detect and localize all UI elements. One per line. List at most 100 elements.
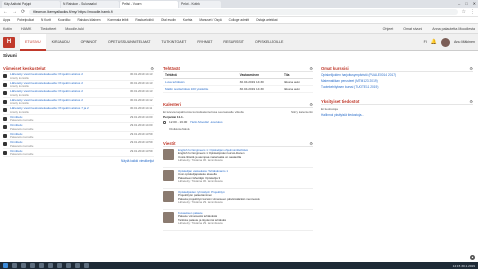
nav-item-home[interactable]: Etusivu [20,33,46,51]
menu-icon[interactable]: ⋮ [470,8,475,17]
news-link[interactable]: Tiedotteet [40,27,56,31]
bookmark[interactable]: Otal esolin [161,17,176,23]
browser-tab[interactable]: Käy Aaltoisi Pajupi [2,1,60,8]
forward-icon[interactable]: → [12,8,17,17]
table-row[interactable]: Mallin testitehtävä 100 yksikölle 30.04.2… [163,85,313,93]
hamk-link[interactable]: HAMK [21,27,31,31]
list-item[interactable]: Lähetetty viesti keskustelualueella: Pro… [3,81,154,89]
bookmark[interactable]: N Kurtt [41,17,51,23]
clock: 14:15 30.1.2019 [452,263,475,268]
list-item[interactable]: Kuvauksen palaute Palaute viimeisestä teh… [163,210,313,231]
list-item[interactable]: English for Engineers 1: Opiskelijan ohj… [163,147,313,168]
go-to-calendar-link[interactable]: Siirry kalenteriin [291,108,313,115]
message-icon [3,74,7,78]
avatar[interactable] [441,37,451,47]
browser-icon[interactable] [39,263,44,268]
list-item[interactable]: Lähetetty viesti keskustelualueella: Pro… [3,106,154,115]
list-item[interactable]: Lähetetty viesti keskustelualueella: Pro… [3,98,154,106]
list-item[interactable]: Lähetetty viesti keskustelualueella: Pro… [3,72,154,81]
nav-item[interactable]: Opiskelijoille [250,34,288,51]
checkbox-icon [163,120,166,124]
list-item[interactable]: Onnittelu Palautettu kurssille 29.01.2019 … [3,149,154,157]
block-title: Yksityiset tiedostot [321,98,360,104]
mail-icon[interactable] [48,263,53,268]
bookmark[interactable]: Koordiko [58,17,71,23]
word-icon[interactable] [57,263,62,268]
list-item[interactable]: Opiskelijoiden ryhmätyöt: Projektityö Pro… [163,189,313,210]
minimize-icon[interactable]: – [458,0,460,7]
gear-icon[interactable]: ⚙ [469,99,473,104]
hamk-logo[interactable]: H [3,36,15,48]
message-icon [3,99,7,104]
column-left: Viimeiset keskustelut ⚙ Lähetetty viesti … [0,63,157,169]
bookmark[interactable]: Apps [3,17,10,23]
message-icon [3,108,7,112]
bell-icon[interactable]: 🔔 [431,39,437,45]
nav-item[interactable]: Ryhmät [192,34,217,51]
gear-icon[interactable]: ⚙ [309,102,313,107]
table-row[interactable]: Luva tehtävän 30.04.2019 14:30 Ikkuna auki [163,78,313,86]
help-menu[interactable]: Ohjeet [383,27,394,31]
back-icon[interactable]: ← [3,8,8,17]
course-link[interactable]: Tuotekehityksen kurssi (TUOTE11 2019) [321,84,473,90]
avatar [163,170,174,181]
list-item[interactable]: Onnittelu Palautettu kurssille 29.01.2019 … [3,123,154,132]
nav-item[interactable]: Opinnot [76,34,102,51]
manage-files-link[interactable]: Hallinnoi yksityisiä tiedostoja... [321,112,473,118]
start-icon[interactable] [3,263,8,268]
column-right: Omat kurssisi ⚙ Opiskelijoiden harjoitusy… [318,63,476,124]
maximize-icon[interactable]: □ [465,0,467,7]
excel-icon[interactable] [66,263,71,268]
gear-icon[interactable]: ⚙ [150,66,154,71]
messages-block: Viimeiset keskustelut ⚙ Lähetetty viesti … [0,63,157,165]
bookmark[interactable]: Kommala leibit [108,17,129,23]
gear-icon[interactable]: ⚙ [469,66,473,71]
language-selector[interactable]: FI [424,40,427,44]
main-navbar: H Etusivu Kirjaudu Opinnot Opetussuunnit… [0,33,478,51]
message-icon [3,133,7,138]
nav-item[interactable]: Kirjaudu [47,34,75,51]
avatar [163,212,174,223]
reload-icon[interactable]: ⟳ [21,8,25,17]
my-pages-menu[interactable]: Omat sivuni [403,27,422,31]
gear-icon[interactable]: ⚙ [309,66,313,71]
taskview-icon[interactable] [21,263,26,268]
window-controls: – □ ✕ [458,0,476,7]
block-title: Omat kurssisi [321,65,349,71]
gear-icon[interactable]: ⚙ [309,141,313,146]
url-field[interactable]: filecmon.lkemyallaoiks.fi/my/ https://mo… [29,9,458,15]
list-item[interactable]: Onnittelu Palautettu kurssille 29.01.2019 … [3,115,154,123]
bookmark[interactable]: Manuset / Osyä [199,17,221,23]
bookmark[interactable]: Colloge admitt [229,17,249,23]
feedback-link[interactable]: Anna palautetta Moodlesta [432,27,475,31]
star-icon[interactable]: ☆ [462,8,466,17]
list-item[interactable]: Lähetetty viesti keskustelualueella: Pro… [3,89,154,98]
empty-files-text: Ei tiedostoja [321,106,338,111]
browser-tab[interactable]: Pelisi - Vuorn [120,1,178,8]
explorer-icon[interactable] [30,263,35,268]
browser-tab[interactable]: N Raiskon - Sulunaaloi [61,1,119,8]
news-block: Viestit ⚙ English for Engineers 1: Opiske… [160,138,316,233]
search-icon[interactable] [12,263,17,268]
bookmark[interactable]: Raiskos kilainen [77,17,100,23]
list-item[interactable]: Opiskelijan vastauksia: Tehtävänanto 1 Uu… [163,168,313,189]
bookmark[interactable]: Raskuelokhö [135,17,153,23]
list-item[interactable]: Onnittelu Palautettu kurssille 29.01.2019 … [3,140,154,149]
bookmark[interactable]: Karhta [183,17,192,23]
teams-icon[interactable] [84,263,89,268]
list-item[interactable]: Onnittelu Palautettu kurssille 29.01.2019 … [3,132,154,140]
nav-item[interactable]: Tutkintoaet [156,34,191,51]
nav-item[interactable]: Opetussuunnitelmat [103,34,155,51]
support-link[interactable]: Moodle-tuki [65,27,84,31]
nav-item[interactable]: Resurssit [218,34,249,51]
tasks-table: Tehtävä Vastaaminen Tila Luva tehtävän 30.0… [163,72,313,93]
home-link[interactable]: Kotiin [3,27,12,31]
view-all-messages-link[interactable]: Näytä kaikki viestiketjut [3,159,154,163]
bookmark[interactable]: Pobelpulkat [17,17,34,23]
browser-tab[interactable]: Pelot - Kotirk [179,1,221,8]
powerpoint-icon[interactable] [75,263,80,268]
bookmark[interactable]: Ostaja artekkat [256,17,277,23]
close-icon[interactable]: ✕ [473,0,476,7]
user-name[interactable]: Anu Mäkinen [454,40,475,44]
scroll-to-top-icon[interactable]: ▲ [470,255,475,260]
